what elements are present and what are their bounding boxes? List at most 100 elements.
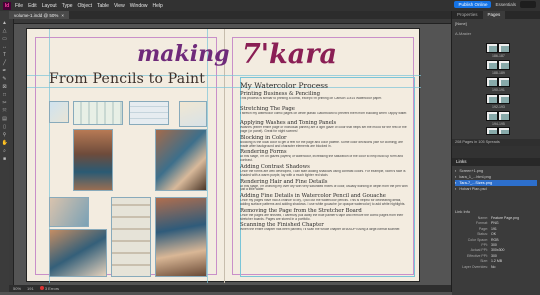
error-count: 3 Errors: [44, 286, 60, 291]
story-section[interactable]: Stretching The Page I stretch my watercol…: [240, 106, 410, 120]
zoom-level[interactable]: 50%: [13, 286, 21, 291]
artwork-image[interactable]: [179, 101, 207, 127]
artwork-image[interactable]: [49, 229, 107, 277]
link-row[interactable]: ▪ Hobart Plan.psd: [455, 186, 537, 192]
spread-gutter: [224, 29, 225, 283]
artwork-image[interactable]: [111, 197, 151, 277]
artwork-image[interactable]: [129, 101, 169, 125]
page-thumbnail[interactable]: [498, 127, 510, 135]
gap-tool-icon[interactable]: ↔: [2, 45, 8, 50]
page-field[interactable]: 191: [27, 286, 34, 291]
rectangle-frame-icon[interactable]: ⊠: [2, 85, 8, 90]
section-body: I stretch my watercolor comic pages on w…: [240, 111, 408, 115]
type-tool-icon[interactable]: T: [2, 53, 8, 58]
link-info-title[interactable]: Link Info: [455, 209, 537, 214]
horizontal-ruler[interactable]: [9, 19, 451, 24]
fill-stroke-icon[interactable]: ■: [2, 157, 8, 162]
page-thumbnail[interactable]: [486, 94, 498, 104]
panel-tabs: Properties Pages: [452, 11, 540, 19]
story-section[interactable]: Blocking in Color Blocking is the local c…: [240, 135, 410, 149]
section-body: At this stage, I'm on glazes (layers) of…: [240, 155, 403, 163]
zoom-tool-icon[interactable]: ⌕: [2, 149, 8, 154]
pencil-tool-icon[interactable]: ✎: [2, 77, 8, 82]
pen-tool-icon[interactable]: ✒: [2, 69, 8, 74]
page-number: 194-195: [492, 122, 505, 126]
line-tool-icon[interactable]: ╱: [2, 61, 8, 66]
status-bar: 50% 191 3 Errors: [9, 285, 451, 292]
vertical-ruler[interactable]: [9, 19, 14, 285]
section-body: Once the pages are finished, I carefully…: [240, 213, 404, 221]
guide-line: [207, 29, 208, 283]
menu-bar: Id File Edit Layout Type Object Table Vi…: [0, 0, 540, 11]
page-title-script[interactable]: making: [137, 41, 230, 67]
hand-tool-icon[interactable]: ✋: [2, 141, 8, 146]
document-tab[interactable]: volume-1.indd @ 50% ×: [9, 11, 69, 19]
page-thumbnail[interactable]: [486, 111, 498, 121]
story-section[interactable]: Applying Washes and Toning Panels Washes …: [240, 120, 410, 134]
tab-pages[interactable]: Pages: [482, 11, 506, 19]
publish-online-button[interactable]: Publish Online: [454, 1, 492, 8]
scissors-icon[interactable]: ✂: [2, 101, 8, 106]
story-section[interactable]: Scanning the Finished Chapter When the en…: [240, 222, 410, 236]
artwork-image[interactable]: [155, 129, 207, 191]
eyedropper-icon[interactable]: ⚲: [2, 133, 8, 138]
page-spread[interactable]: making From Pencils to Paint 7'kara My W…: [26, 28, 421, 283]
story-section[interactable]: Adding Contrast Shadows Once the forms ar…: [240, 164, 410, 178]
series-logo[interactable]: 7'kara: [242, 39, 337, 70]
story-section[interactable]: Printing Business & Penciling This proces…: [240, 91, 410, 105]
artwork-image[interactable]: [73, 101, 123, 125]
story-section[interactable]: Rendering Forms At this stage, I'm on gla…: [240, 149, 410, 163]
workspace-switcher[interactable]: Essentials: [495, 2, 516, 7]
menu-type[interactable]: Type: [62, 3, 73, 9]
pages-panel[interactable]: [None] A-Master 186-187 188-189 190-191 …: [452, 19, 540, 139]
menu-help[interactable]: Help: [153, 3, 163, 9]
page-tool-icon[interactable]: ▭: [2, 37, 8, 42]
page-thumbnail[interactable]: [498, 60, 510, 70]
tab-properties[interactable]: Properties: [452, 11, 483, 19]
artwork-image[interactable]: [49, 197, 89, 227]
close-icon[interactable]: ×: [61, 13, 64, 18]
menu-file[interactable]: File: [15, 3, 23, 9]
error-dot-icon: [39, 286, 44, 290]
story-section[interactable]: Removing the Page from the Stretcher Boa…: [240, 208, 410, 222]
rectangle-tool-icon[interactable]: □: [2, 93, 8, 98]
artwork-image[interactable]: [155, 197, 207, 277]
menu-edit[interactable]: Edit: [28, 3, 37, 9]
links-panel-title[interactable]: Links: [452, 158, 540, 166]
gradient-icon[interactable]: ▤: [2, 117, 8, 122]
menu-layout[interactable]: Layout: [42, 3, 57, 9]
story-sections: Printing Business & Penciling This proces…: [240, 91, 410, 237]
page-thumbnail[interactable]: [486, 127, 498, 135]
story-section[interactable]: Adding Fine Details in Watercolor Pencil…: [240, 193, 410, 207]
section-body: When the entire chapter has been painted…: [240, 228, 401, 232]
page-number: 188-189: [492, 71, 505, 75]
app-logo: Id: [3, 1, 11, 10]
page-thumbnail[interactable]: [486, 60, 498, 70]
artwork-image[interactable]: [49, 101, 69, 123]
menu-table[interactable]: Table: [97, 3, 109, 9]
transform-icon[interactable]: ⤧: [2, 109, 8, 114]
page-thumbnail[interactable]: [486, 77, 498, 87]
page-headline[interactable]: From Pencils to Paint: [49, 71, 205, 87]
page-thumbnail[interactable]: [498, 43, 510, 53]
menu-object[interactable]: Object: [78, 3, 92, 9]
menu-window[interactable]: Window: [130, 3, 148, 9]
artwork-image[interactable]: [73, 129, 113, 191]
error-indicator[interactable]: 3 Errors: [39, 286, 60, 291]
page-thumbnail[interactable]: [498, 111, 510, 121]
note-icon[interactable]: ▯: [2, 125, 8, 130]
none-master-row[interactable]: [None]: [452, 19, 540, 28]
right-panels: Properties Pages [None] A-Master 186-187…: [451, 11, 540, 295]
page-thumbnail[interactable]: [498, 94, 510, 104]
menu-view[interactable]: View: [114, 3, 125, 9]
search-input[interactable]: [520, 1, 536, 8]
a-master-row[interactable]: A-Master: [455, 31, 471, 36]
direct-selection-icon[interactable]: △: [2, 29, 8, 34]
image-icon: ▪: [455, 187, 457, 191]
selection-tool-icon[interactable]: ▲: [2, 21, 8, 26]
document-tab-bar: volume-1.indd @ 50% ×: [9, 11, 451, 19]
story-section[interactable]: Rendering Hair and Fine Details At this s…: [240, 179, 410, 193]
page-thumbnail[interactable]: [486, 43, 498, 53]
story-title[interactable]: My Watercolor Process: [240, 81, 328, 90]
page-thumbnail[interactable]: [498, 77, 510, 87]
